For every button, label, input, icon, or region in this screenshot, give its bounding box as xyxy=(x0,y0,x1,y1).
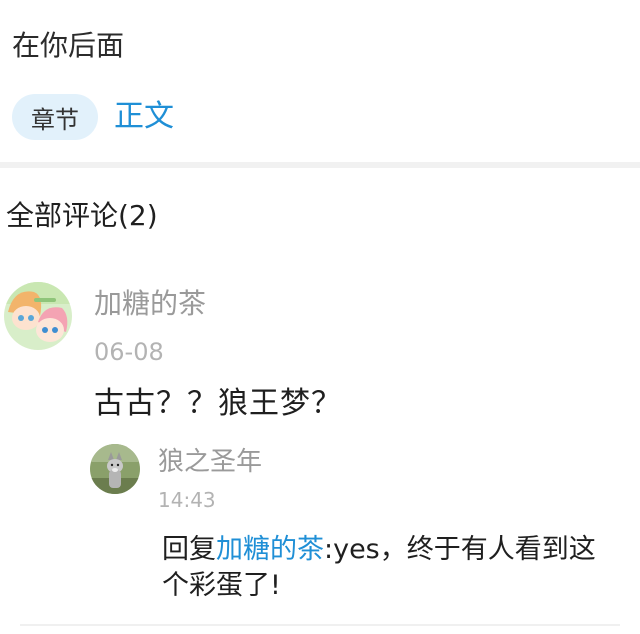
reply-prefix: 回复 xyxy=(162,534,216,565)
reply-time: 14:43 xyxy=(158,488,216,512)
comments-header: 全部评论(2) xyxy=(6,199,158,232)
section-divider xyxy=(0,162,640,168)
comment-text: 古古？？狼王梦？ xyxy=(94,386,342,421)
reply-username[interactable]: 狼之圣年 xyxy=(158,444,262,480)
bottom-divider xyxy=(20,624,620,626)
reply-text: 回复加糖的茶:yes，终于有人看到这个彩蛋了! xyxy=(162,532,630,604)
reply-mention-link[interactable]: 加糖的茶 xyxy=(216,534,324,565)
chapter-tag-pill[interactable]: 章节 xyxy=(12,94,98,140)
reply-text-line2: 个彩蛋了! xyxy=(162,570,281,601)
main-text-link[interactable]: 正文 xyxy=(114,96,174,138)
comment-date: 06-08 xyxy=(94,338,164,366)
reply-text-line1: :yes，终于有人看到这 xyxy=(324,534,596,565)
anime-girls-avatar-icon[interactable] xyxy=(4,282,72,350)
comment-username[interactable]: 加糖的茶 xyxy=(94,286,206,322)
wolf-avatar-icon[interactable] xyxy=(90,444,140,494)
chapter-title: 在你后面 xyxy=(12,29,125,62)
